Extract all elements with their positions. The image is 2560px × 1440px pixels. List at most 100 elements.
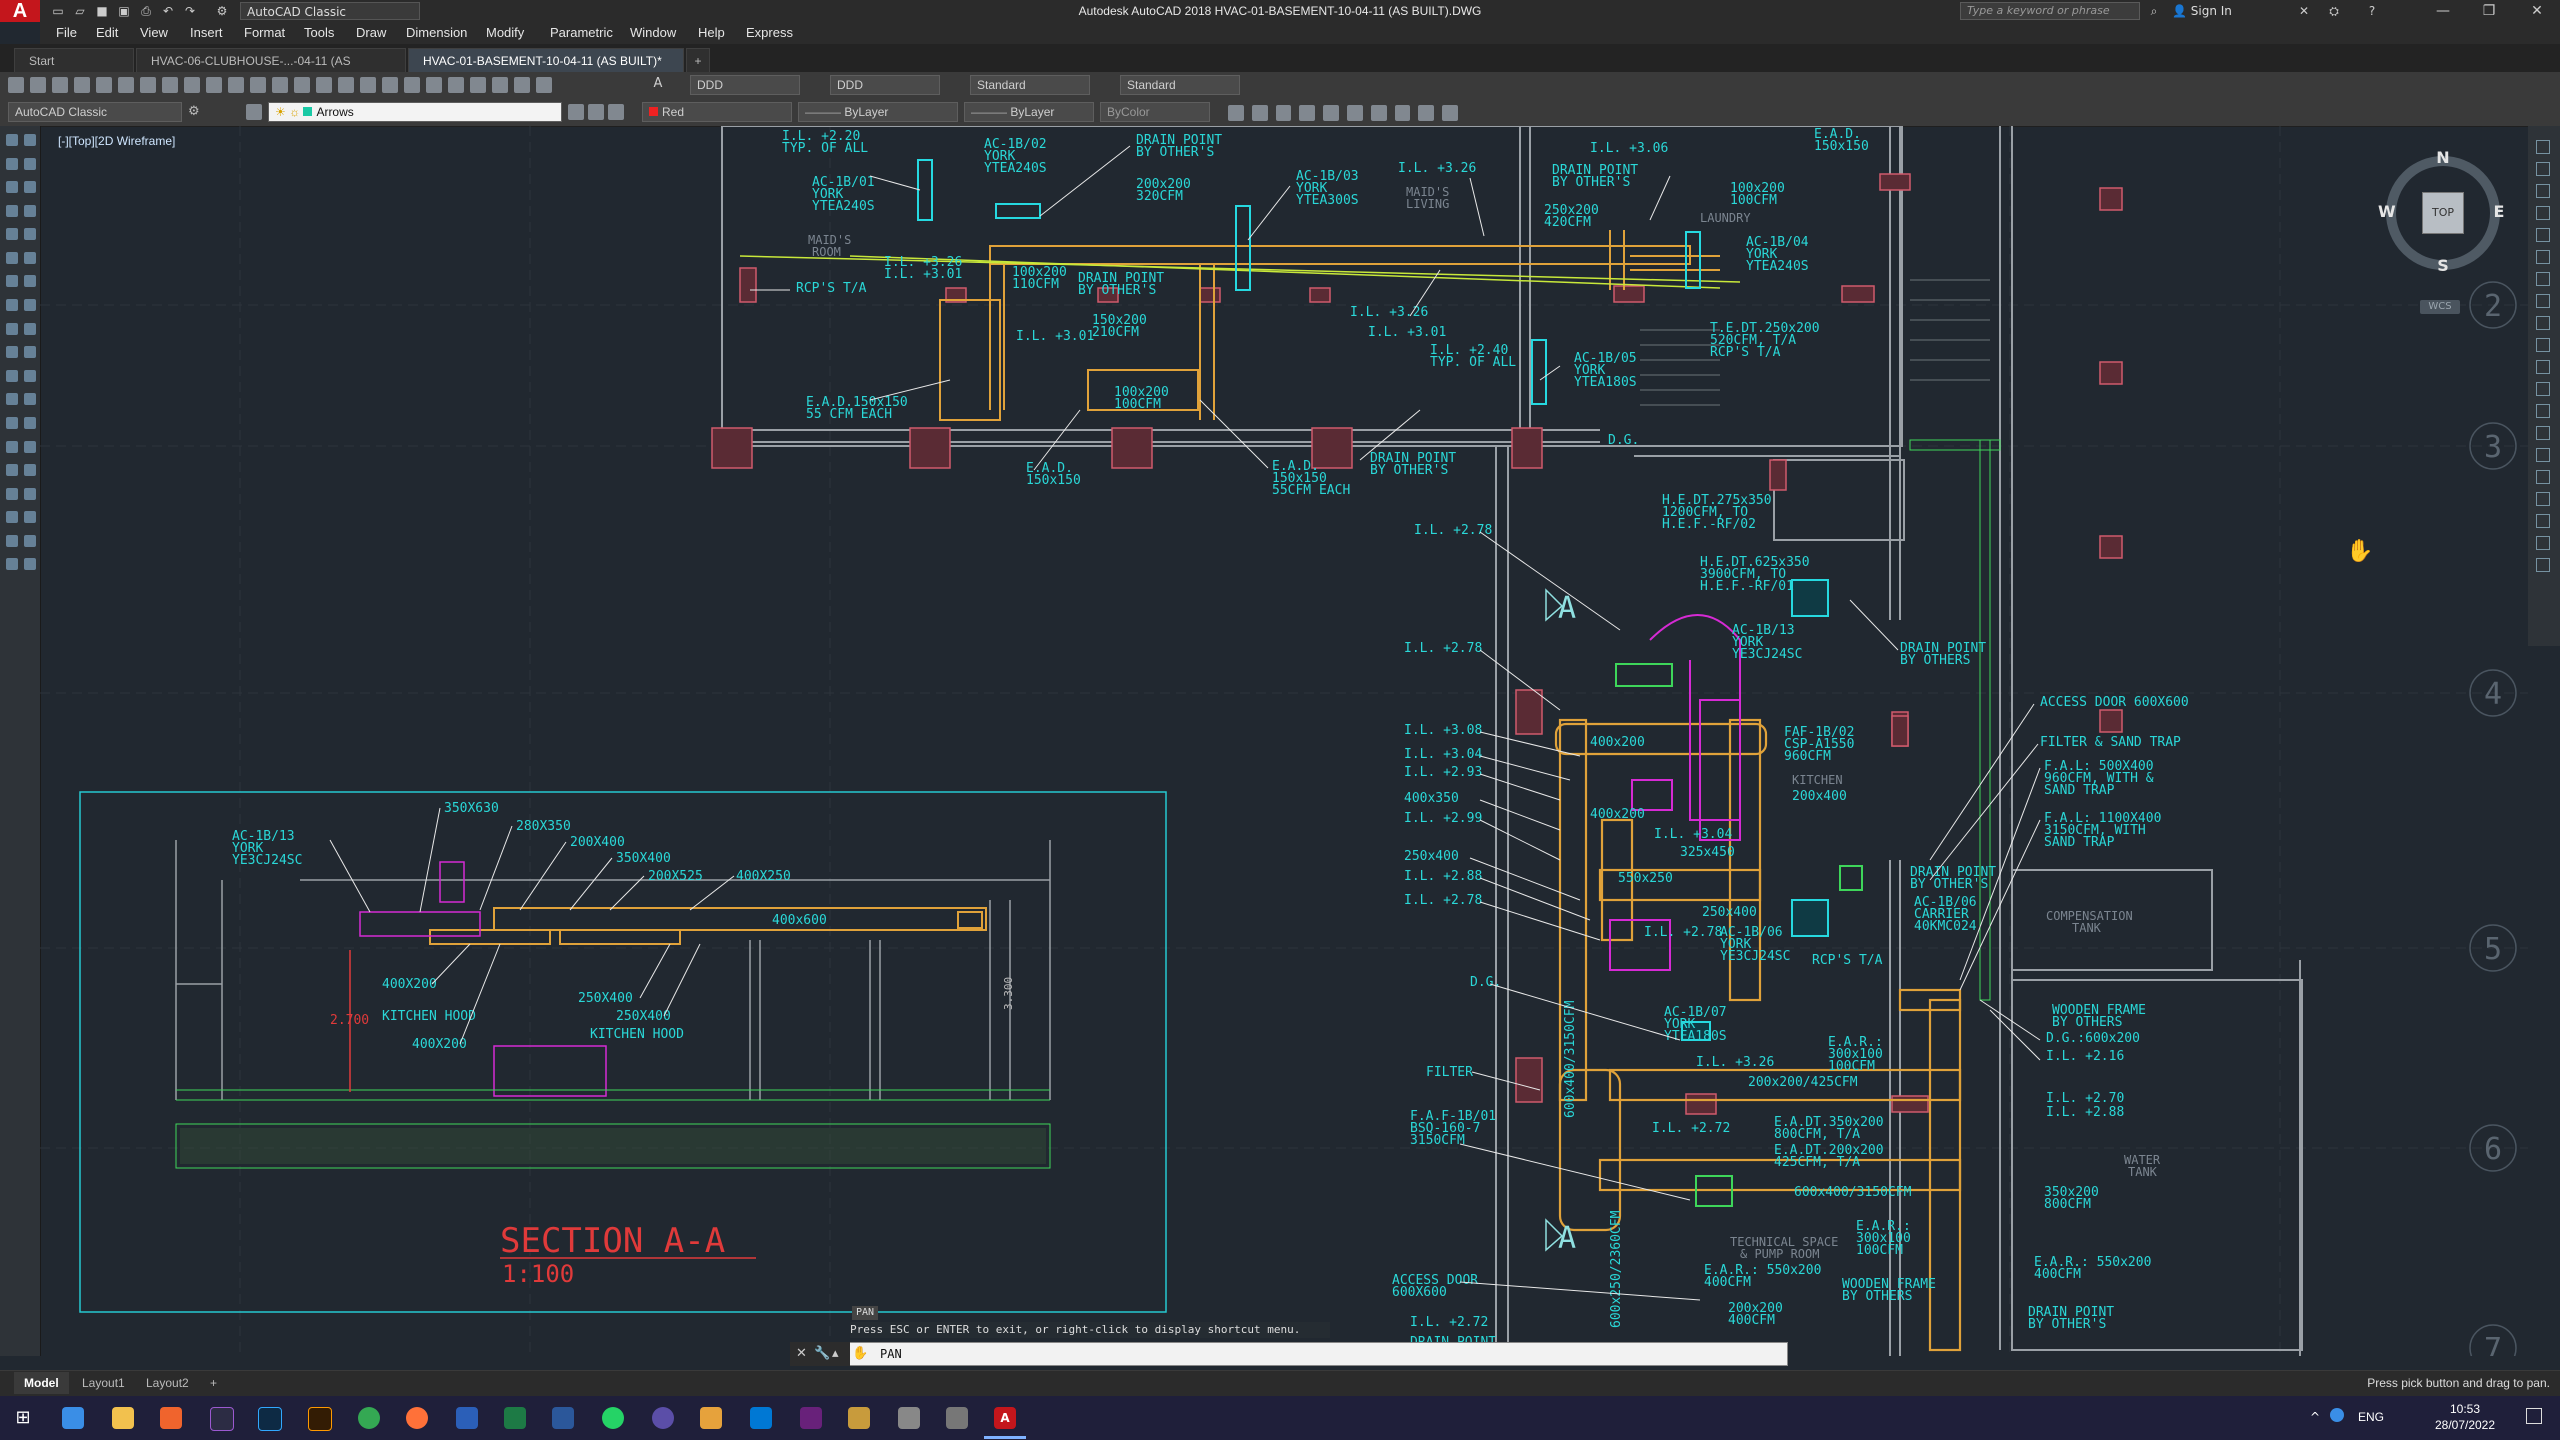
pan-icon[interactable] <box>316 77 332 93</box>
menu-express[interactable]: Express <box>746 22 793 44</box>
ucs-menu[interactable]: WCS <box>2420 300 2460 314</box>
ucs-face-icon[interactable] <box>1299 105 1316 121</box>
tool-palettes-icon[interactable] <box>448 77 464 93</box>
block-editor-icon[interactable] <box>250 77 266 93</box>
tray-overflow-icon[interactable]: ^ <box>2310 1410 2320 1424</box>
close-button[interactable]: ✕ <box>2514 0 2560 22</box>
region-icon[interactable] <box>6 511 18 524</box>
dim-edit-icon[interactable] <box>2536 514 2550 528</box>
menu-dimension[interactable]: Dimension <box>406 22 467 44</box>
join-icon[interactable] <box>24 416 36 429</box>
photoshop-icon[interactable] <box>258 1407 282 1431</box>
search-input[interactable]: Type a keyword or phrase <box>1960 2 2140 20</box>
lineweight-select[interactable]: ——— ByLayer <box>964 102 1094 122</box>
brave-browser-icon[interactable] <box>160 1407 182 1429</box>
quickcalc-icon[interactable] <box>514 77 530 93</box>
angular-icon[interactable] <box>2536 294 2550 308</box>
qnew-icon[interactable] <box>8 77 24 93</box>
viewcube-top-face[interactable]: TOP <box>2422 192 2464 234</box>
quick-dim-icon[interactable] <box>2536 316 2550 330</box>
blend-icon[interactable] <box>24 487 36 500</box>
menu-edit[interactable]: Edit <box>96 22 118 44</box>
save-as-icon[interactable]: ▣ <box>116 3 132 19</box>
tools-app-icon[interactable] <box>946 1407 968 1429</box>
color-select[interactable]: Red <box>642 102 792 122</box>
jogged-linear-icon[interactable] <box>2536 492 2550 506</box>
line-icon[interactable] <box>6 134 18 146</box>
illustrator-icon[interactable] <box>308 1407 332 1431</box>
arc-icon[interactable] <box>6 251 18 264</box>
ucs-zaxis-icon[interactable] <box>1394 105 1411 121</box>
revcloud-icon[interactable] <box>6 299 18 312</box>
table-icon[interactable] <box>6 534 18 547</box>
ucs-icon[interactable] <box>1228 105 1244 121</box>
menu-draw[interactable]: Draw <box>356 22 386 44</box>
continue-icon[interactable] <box>2536 360 2550 374</box>
dim-style-select[interactable]: DDD <box>830 75 940 95</box>
notifications-icon[interactable] <box>2526 1408 2542 1424</box>
table-style-select[interactable]: Standard <box>970 75 1090 95</box>
array-icon[interactable] <box>24 228 36 241</box>
menu-parametric[interactable]: Parametric <box>550 22 613 44</box>
break-icon[interactable] <box>24 393 36 406</box>
baseline-icon[interactable] <box>2536 338 2550 352</box>
point-icon[interactable] <box>6 440 18 453</box>
zoom-realtime-icon[interactable] <box>338 77 354 93</box>
circle-icon[interactable] <box>6 275 18 288</box>
viewport-controls[interactable]: [-][Top][2D Wireframe] <box>58 134 175 148</box>
properties-icon[interactable] <box>404 77 420 93</box>
dim-space-icon[interactable] <box>2536 382 2550 396</box>
tab-clubhouse[interactable]: HVAC-06-CLUBHOUSE-...-04-11 (AS BUILT)* <box>136 48 406 92</box>
chrome-icon[interactable] <box>358 1407 380 1429</box>
ucs-previous-icon[interactable] <box>1275 105 1292 121</box>
layer-previous-icon[interactable] <box>588 104 604 120</box>
visual-studio-icon[interactable] <box>800 1407 822 1429</box>
layer-select[interactable]: ☀ ☼ Arrows <box>268 102 562 122</box>
linetype-select[interactable]: ——— ByLayer <box>798 102 958 122</box>
zoom-window-icon[interactable] <box>360 77 376 93</box>
rotate-icon[interactable] <box>24 275 36 288</box>
command-history-icon[interactable]: ▴ <box>832 1346 839 1361</box>
save-icon[interactable] <box>52 77 68 93</box>
ucs-origin-icon[interactable] <box>1370 105 1387 121</box>
publish-icon[interactable] <box>118 77 134 93</box>
sheet-set-icon[interactable] <box>470 77 486 93</box>
copy-icon[interactable] <box>184 77 200 93</box>
autodesk-a360-icon[interactable]: ⛭ <box>2326 3 2342 19</box>
menu-insert[interactable]: Insert <box>190 22 223 44</box>
text-style-select[interactable]: DDD <box>690 75 800 95</box>
obs-icon[interactable] <box>652 1407 674 1429</box>
search-binoculars-icon[interactable]: ⌕ <box>2146 3 2162 19</box>
undo-icon[interactable] <box>272 77 288 93</box>
plot-icon[interactable]: ⎙ <box>138 3 154 19</box>
app-icon[interactable] <box>898 1407 920 1429</box>
open-icon[interactable] <box>30 77 46 93</box>
polygon-icon[interactable] <box>6 204 18 217</box>
scale-icon[interactable] <box>24 299 36 312</box>
plot-icon[interactable] <box>74 77 90 93</box>
inspection-icon[interactable] <box>2536 470 2550 484</box>
menu-modify[interactable]: Modify <box>486 22 524 44</box>
ellipse-icon[interactable] <box>6 346 18 359</box>
workspace-settings-icon[interactable]: ⚙ <box>188 104 204 120</box>
command-line[interactable] <box>790 1342 1788 1366</box>
dim-text-edit-icon[interactable] <box>2536 536 2550 550</box>
spline-icon[interactable] <box>6 322 18 335</box>
plotstyle-select[interactable]: ByColor <box>1100 102 1210 122</box>
aligned-dim-icon[interactable] <box>2536 162 2550 176</box>
exchange-apps-icon[interactable]: ✕ <box>2296 3 2312 19</box>
3d-print-icon[interactable] <box>140 77 156 93</box>
menu-tools[interactable]: Tools <box>304 22 334 44</box>
compass-south[interactable]: S <box>2436 256 2450 275</box>
tab-layout2[interactable]: Layout2 <box>136 1372 199 1394</box>
erase-icon[interactable] <box>24 134 36 146</box>
dimension-icon[interactable] <box>24 534 36 547</box>
copy-object-icon[interactable] <box>24 157 36 170</box>
tab-layout1[interactable]: Layout1 <box>72 1372 135 1394</box>
command-input[interactable]: PAN <box>880 1345 902 1363</box>
menu-window[interactable]: Window <box>630 22 676 44</box>
winrar-icon[interactable] <box>848 1407 870 1429</box>
markup-icon[interactable] <box>492 77 508 93</box>
polyline-icon[interactable] <box>6 181 18 194</box>
mirror-icon[interactable] <box>24 181 36 194</box>
